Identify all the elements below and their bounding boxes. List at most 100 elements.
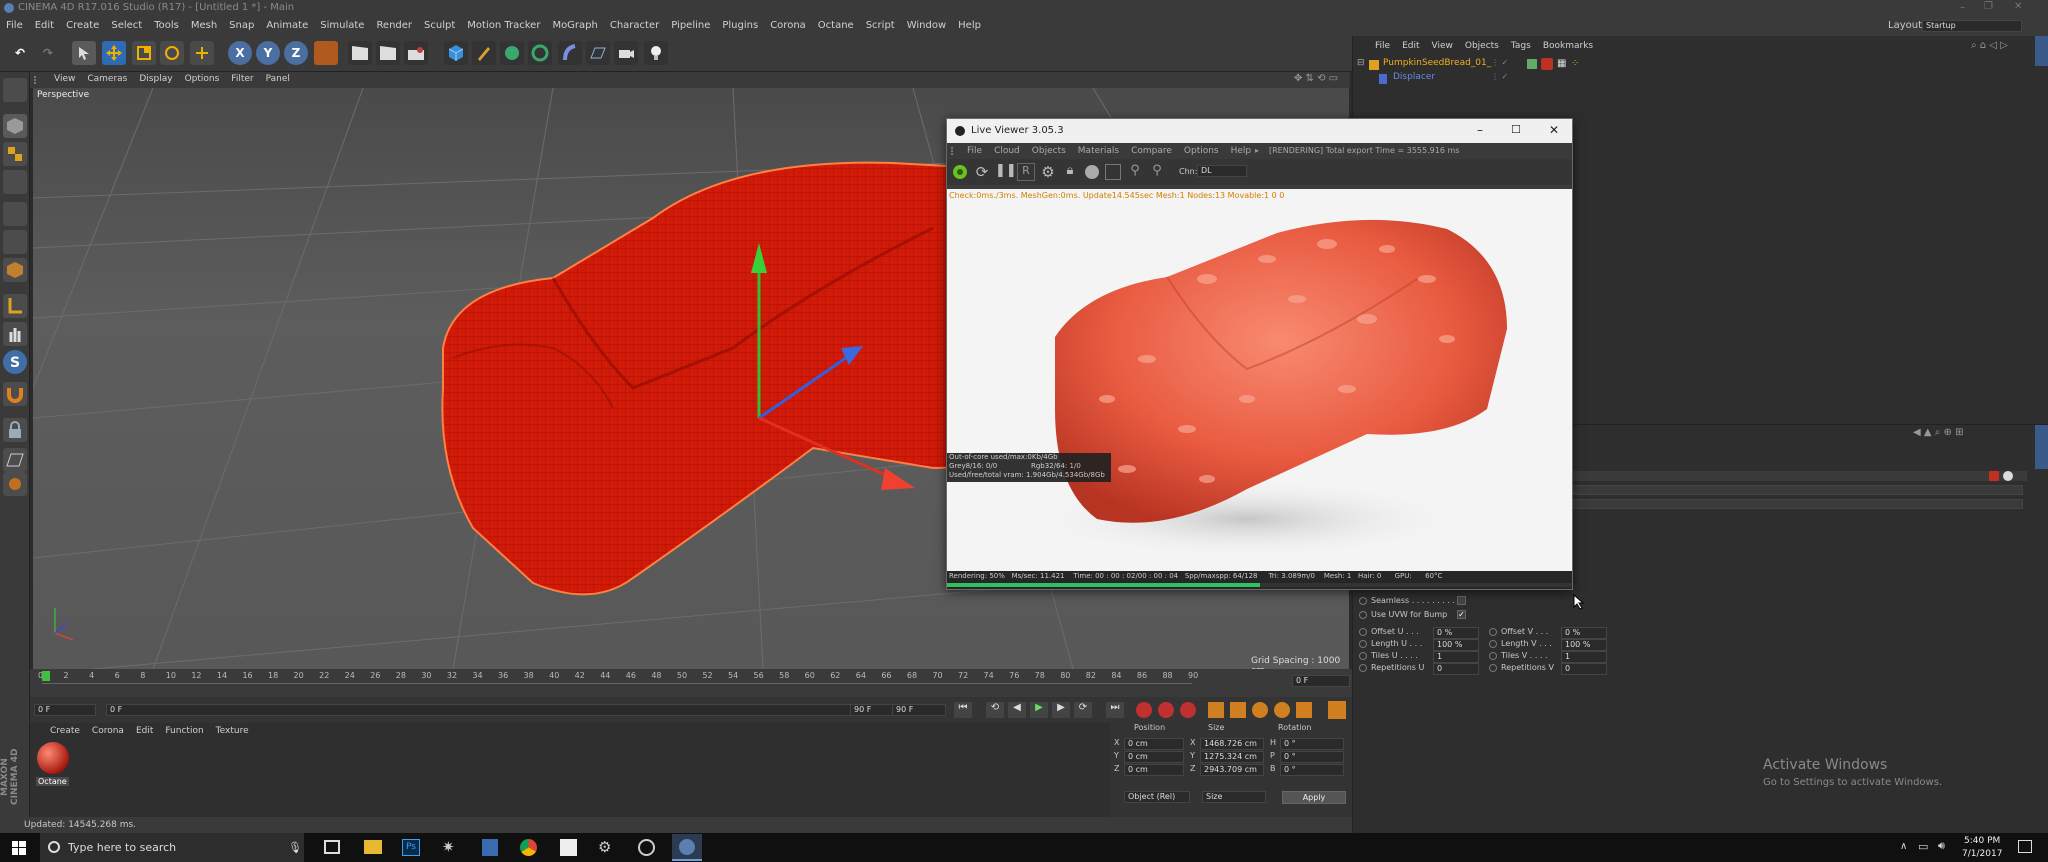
lv-pick-material-button[interactable]: ⚲: [1149, 163, 1165, 181]
coord-size-field[interactable]: 1468.726 cm: [1200, 738, 1264, 750]
tag-material-icon[interactable]: [1541, 58, 1553, 70]
attr-radio[interactable]: [1489, 664, 1497, 672]
attr-radio[interactable]: [1359, 652, 1367, 660]
displacer-visibility[interactable]: ⋮ ✓: [1491, 72, 1508, 81]
notes-app-icon[interactable]: [482, 839, 498, 856]
workplane-tool[interactable]: [3, 170, 27, 194]
prev-key-button[interactable]: ⟲: [986, 702, 1004, 718]
attr-radio[interactable]: [1359, 628, 1367, 636]
current-frame-field[interactable]: 0 F: [106, 704, 914, 716]
attr-field-right[interactable]: 100 %: [1561, 639, 1607, 651]
attr-material-icon[interactable]: [1989, 471, 1999, 481]
photoshop-icon[interactable]: Ps: [402, 839, 420, 856]
y-axis-button[interactable]: Y: [256, 41, 280, 65]
apply-button[interactable]: Apply: [1282, 791, 1346, 804]
z-axis-button[interactable]: Z: [284, 41, 308, 65]
viewport-menu-display[interactable]: Display: [139, 74, 172, 84]
menu-file[interactable]: File: [6, 20, 23, 31]
object-row-bread[interactable]: ⊟ PumpkinSeedBread_01_ ⋮ ✓ ▦ ⁘: [1357, 58, 2007, 72]
taskbar-date[interactable]: 7/1/2017: [1962, 849, 2002, 859]
app-gear-icon[interactable]: ✷: [442, 838, 455, 856]
menu-snap[interactable]: Snap: [229, 20, 254, 31]
scene-button[interactable]: [586, 41, 610, 65]
max-frame-field-2[interactable]: 90 F: [892, 704, 946, 716]
notifications-icon[interactable]: [2018, 840, 2032, 853]
object-menu-tags[interactable]: Tags: [1511, 41, 1531, 51]
seamless-checkbox[interactable]: [1457, 596, 1466, 605]
coordinate-system-button[interactable]: [314, 41, 338, 65]
side-tab-objects[interactable]: [2035, 36, 2048, 66]
expand-icon[interactable]: ⊟: [1357, 58, 1365, 68]
lv-minimize-icon[interactable]: –: [1477, 123, 1483, 137]
object-name-bread[interactable]: PumpkinSeedBread_01_: [1383, 58, 1491, 68]
magnet-tool[interactable]: [3, 382, 27, 406]
menu-animate[interactable]: Animate: [266, 20, 308, 31]
lv-menu-materials[interactable]: Materials: [1078, 146, 1119, 156]
attr-field-left[interactable]: 1: [1433, 651, 1479, 663]
lock-workplane-tool[interactable]: [3, 418, 27, 442]
timeline-menu-button[interactable]: [1328, 701, 1346, 719]
microphone-icon[interactable]: 🎙︎: [288, 841, 302, 854]
taskbar-time[interactable]: 5:40 PM: [1964, 836, 2000, 846]
task-view-icon[interactable]: [324, 840, 340, 854]
goto-end-button[interactable]: ⏭: [1106, 702, 1124, 718]
menu-simulate[interactable]: Simulate: [320, 20, 364, 31]
lv-lock-button[interactable]: 🔒︎: [1061, 163, 1079, 181]
material-menu-create[interactable]: Create: [50, 726, 80, 736]
start-frame-field[interactable]: 0 F: [34, 704, 96, 716]
object-manager-nav-icons[interactable]: ⌕ ⌂ ◁ ▷: [1971, 40, 2008, 51]
timeline-ruler[interactable]: 0 2 4 6 8 10 12 14 16 18 20 22 24 26 28 30 32 34 36 38 40 42 4…: [30, 669, 1352, 697]
play-button[interactable]: ▶: [1030, 702, 1048, 718]
cube-button[interactable]: [444, 41, 468, 65]
material-menu-function[interactable]: Function: [165, 726, 203, 736]
channel-select[interactable]: DL: [1197, 165, 1247, 177]
coord-mode-select[interactable]: Object (Rel): [1124, 791, 1190, 803]
redo-button[interactable]: ↷: [36, 41, 60, 65]
model-mode-tool[interactable]: [3, 114, 27, 138]
x-axis-button[interactable]: X: [228, 41, 252, 65]
lv-pick-focus-button[interactable]: ⚲: [1127, 163, 1143, 181]
menu-character[interactable]: Character: [610, 20, 659, 31]
attr-field-left[interactable]: 100 %: [1433, 639, 1479, 651]
coord-size-field[interactable]: 1275.324 cm: [1200, 751, 1264, 763]
tag-checker-icon[interactable]: ▦: [1557, 58, 1566, 69]
network-icon[interactable]: ▭: [1918, 840, 1928, 853]
file-explorer-icon[interactable]: [364, 840, 382, 854]
menu-help[interactable]: Help: [958, 20, 981, 31]
key-param-button[interactable]: [1274, 702, 1290, 718]
use-uvw-checkbox[interactable]: ✓: [1457, 610, 1466, 619]
coord-rotation-field[interactable]: 0 °: [1280, 738, 1344, 750]
next-key-button[interactable]: ⟳: [1074, 702, 1092, 718]
lv-restart-button[interactable]: ⟳: [973, 163, 991, 181]
menu-script[interactable]: Script: [866, 20, 895, 31]
restore-icon[interactable]: ❐: [1984, 1, 1993, 12]
visibility-dots[interactable]: ⋮ ✓: [1491, 58, 1508, 67]
attr-field-left[interactable]: 0: [1433, 663, 1479, 675]
menu-mograph[interactable]: MoGraph: [552, 20, 597, 31]
next-frame-button[interactable]: ▶: [1052, 702, 1070, 718]
camera-button[interactable]: [614, 41, 638, 65]
lv-menu-help[interactable]: Help: [1231, 146, 1252, 156]
lv-material-button[interactable]: [1085, 165, 1099, 179]
viewport-menu-view[interactable]: View: [54, 74, 75, 84]
move-button[interactable]: [102, 41, 126, 65]
material-menu-edit[interactable]: Edit: [136, 726, 153, 736]
lv-close-icon[interactable]: ✕: [1549, 123, 1559, 137]
object-menu-edit[interactable]: Edit: [1402, 41, 1419, 51]
app-circle-icon[interactable]: [638, 839, 655, 856]
snap-tool[interactable]: S: [3, 350, 27, 374]
live-viewer-render[interactable]: Check:0ms./3ms. MeshGen:0ms. Update14.54…: [947, 189, 1572, 571]
menu-edit[interactable]: Edit: [35, 20, 54, 31]
viewport-nav-icons[interactable]: ✥ ⇅ ⟲ ▭: [1294, 73, 1338, 84]
attr-radio[interactable]: [1359, 640, 1367, 648]
lv-maximize-icon[interactable]: ☐: [1511, 123, 1521, 136]
scale-button[interactable]: [132, 41, 156, 65]
taskbar-search-box[interactable]: Type here to search 🎙︎: [40, 833, 304, 862]
menu-window[interactable]: Window: [907, 20, 946, 31]
polygons-mode-tool[interactable]: [3, 258, 27, 282]
minimize-icon[interactable]: –: [1960, 2, 1965, 13]
coord-size-select[interactable]: Size: [1202, 791, 1266, 803]
undo-button[interactable]: ↶: [8, 41, 32, 65]
close-icon[interactable]: ✕: [2014, 1, 2022, 12]
deformer-button[interactable]: [558, 41, 582, 65]
